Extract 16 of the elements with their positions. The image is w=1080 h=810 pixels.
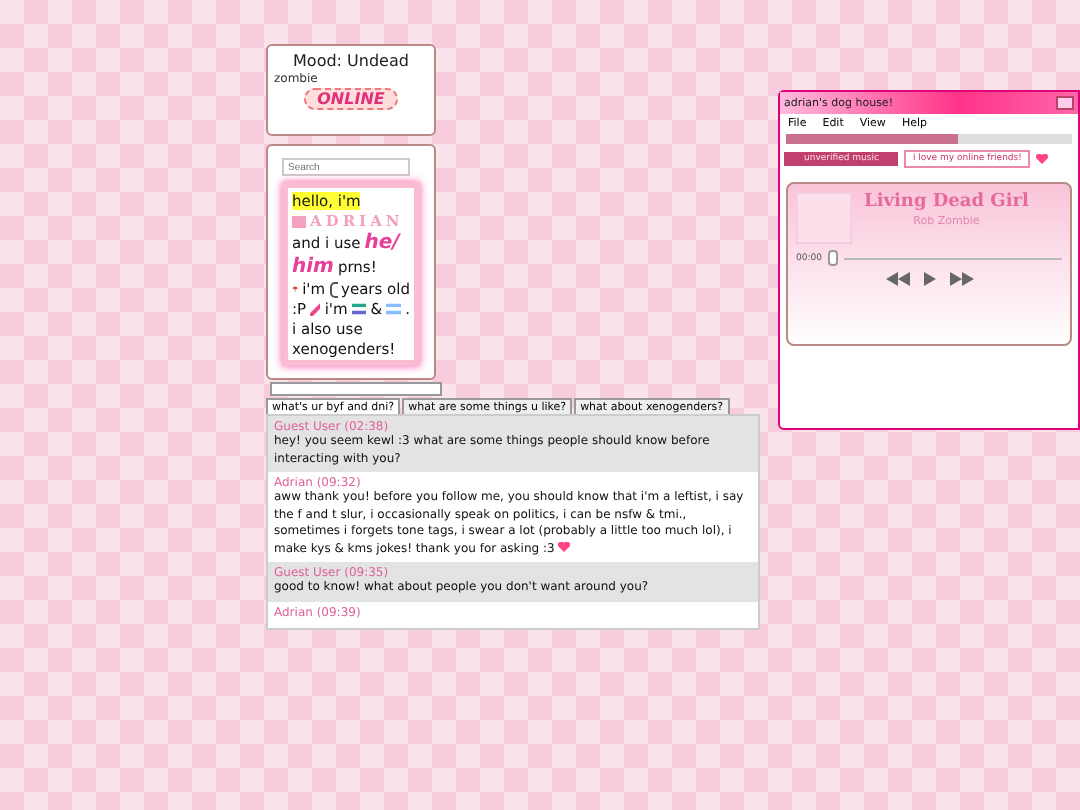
seek-thumb[interactable]: [827, 250, 838, 266]
rewind-icon[interactable]: [885, 272, 909, 286]
flag-icon: [386, 302, 402, 316]
heart-icon: [558, 541, 571, 551]
minimize-button[interactable]: [1056, 96, 1074, 110]
pronoun-text: he/: [364, 232, 400, 254]
mood-text: Mood: Undead: [293, 52, 409, 70]
flag-icon: [351, 302, 367, 316]
heart-icon: [1035, 154, 1048, 164]
input-field[interactable]: [270, 382, 442, 396]
fast-forward-icon[interactable]: [949, 272, 973, 286]
pronoun-text: him: [292, 256, 334, 278]
online-badge: ONLINE: [303, 88, 399, 110]
song-title: Living Dead Girl: [864, 192, 1029, 212]
feather-icon: [310, 302, 321, 316]
album-art-placeholder: [796, 192, 852, 244]
